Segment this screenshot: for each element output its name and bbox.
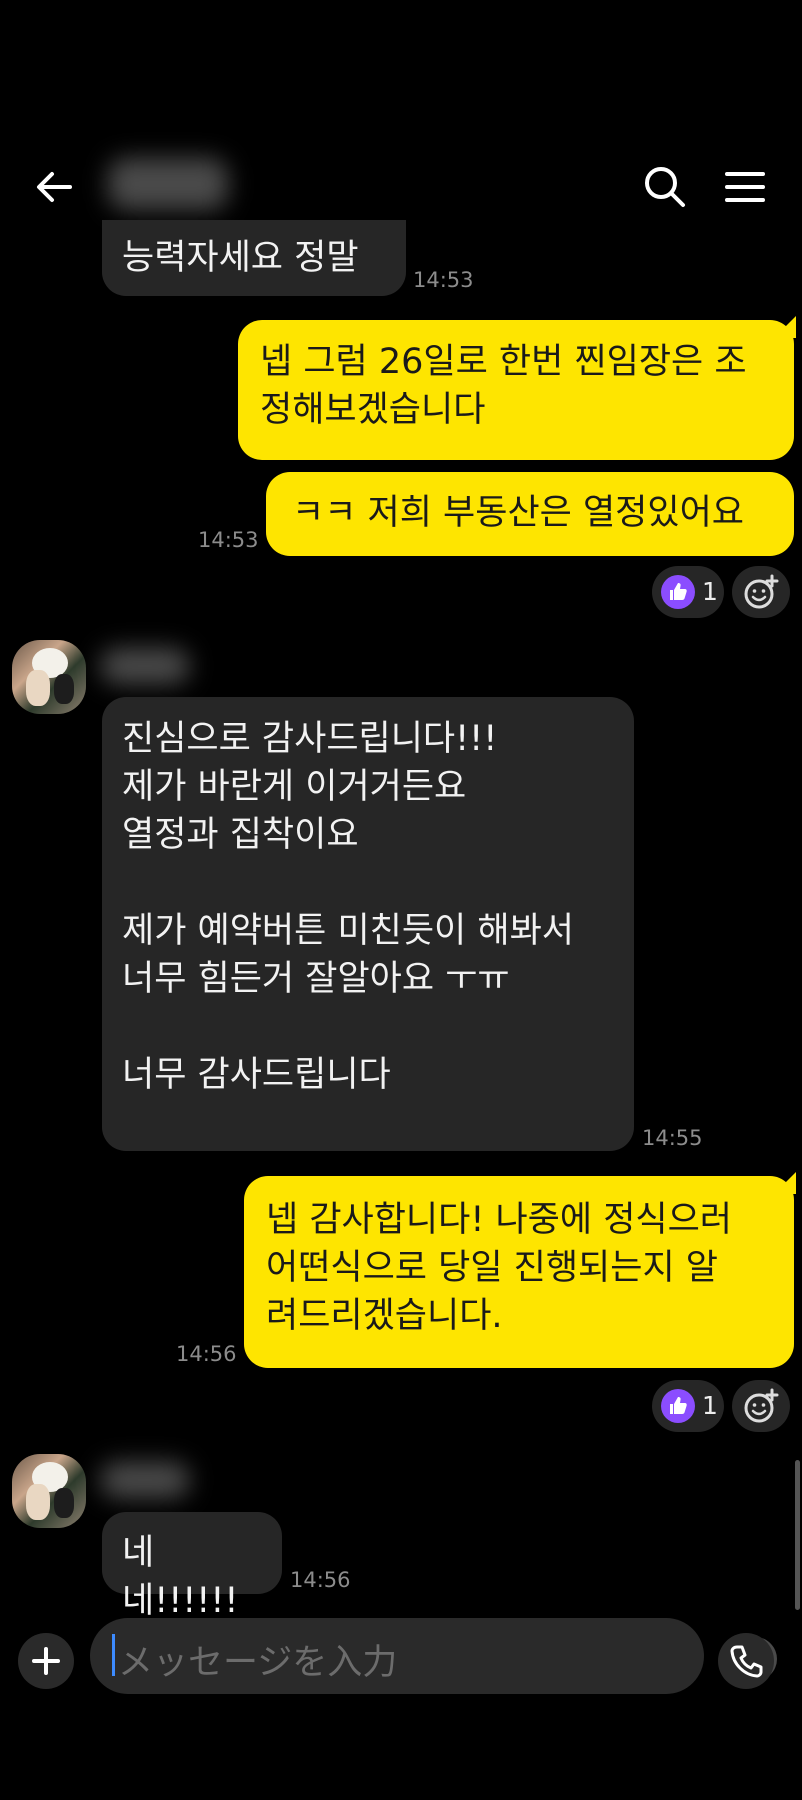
message-input-placeholder: メッセージを入力 <box>118 1643 398 1683</box>
reaction-count: 1 <box>702 1391 718 1420</box>
message-bubble-incoming[interactable]: 네네!!!!!! <box>102 1512 282 1621</box>
message-time: 14:56 <box>176 1342 237 1366</box>
reaction-badge[interactable]: 1 <box>652 1380 724 1432</box>
bubble-tail <box>774 1172 796 1194</box>
bubble-tail <box>774 316 796 338</box>
message-time: 14:53 <box>198 528 259 552</box>
message-time: 14:56 <box>290 1568 351 1592</box>
back-button[interactable] <box>30 162 80 212</box>
arrow-left-icon <box>37 172 72 202</box>
sender-name-blurred <box>100 1462 190 1498</box>
plus-icon <box>32 1647 60 1675</box>
message-bubble-outgoing[interactable]: ㅋㅋ 저희 부동산은 열정있어요 <box>266 472 794 556</box>
message-bubble-outgoing[interactable]: 넵 그럼 26일로 한번 찐임장은 조 정해보겠습니다 <box>238 320 794 460</box>
menu-icon <box>725 172 765 202</box>
reaction-badge[interactable]: 1 <box>652 566 724 618</box>
message-bubble-incoming[interactable]: 능력자세요 정말 <box>102 220 406 296</box>
add-reaction-button[interactable] <box>732 1380 790 1432</box>
contact-name-blurred <box>108 158 228 210</box>
message-bubble-outgoing[interactable]: 넵 감사합니다! 나중에 정식으러 어떤식으로 당일 진행되는지 알 려드리겠습… <box>244 1176 794 1368</box>
thumbs-up-icon <box>661 575 695 609</box>
message-composer: メッセージを入力 <box>0 1615 802 1715</box>
message-time: 14:55 <box>642 1126 703 1150</box>
message-time: 14:53 <box>413 268 474 292</box>
attach-button[interactable] <box>18 1633 74 1689</box>
call-button[interactable] <box>718 1633 774 1689</box>
reaction-count: 1 <box>702 577 718 606</box>
emoji-add-icon <box>744 574 779 609</box>
avatar[interactable] <box>12 640 86 714</box>
message-input[interactable]: メッセージを入力 <box>90 1618 777 1694</box>
search-icon <box>645 167 685 207</box>
search-button[interactable] <box>640 162 690 212</box>
text-caret <box>112 1634 115 1676</box>
thumbs-up-icon <box>661 1389 695 1423</box>
menu-button[interactable] <box>720 162 770 212</box>
avatar[interactable] <box>12 1454 86 1528</box>
emoji-add-icon <box>744 1388 779 1423</box>
scrollbar[interactable] <box>795 1460 800 1610</box>
phone-icon <box>730 1645 763 1678</box>
message-bubble-incoming[interactable]: 진심으로 감사드립니다!!! 제가 바란게 이거거든요 열정과 집착이요 제가 … <box>102 697 634 1151</box>
sender-name-blurred <box>100 648 190 684</box>
add-reaction-button[interactable] <box>732 566 790 618</box>
